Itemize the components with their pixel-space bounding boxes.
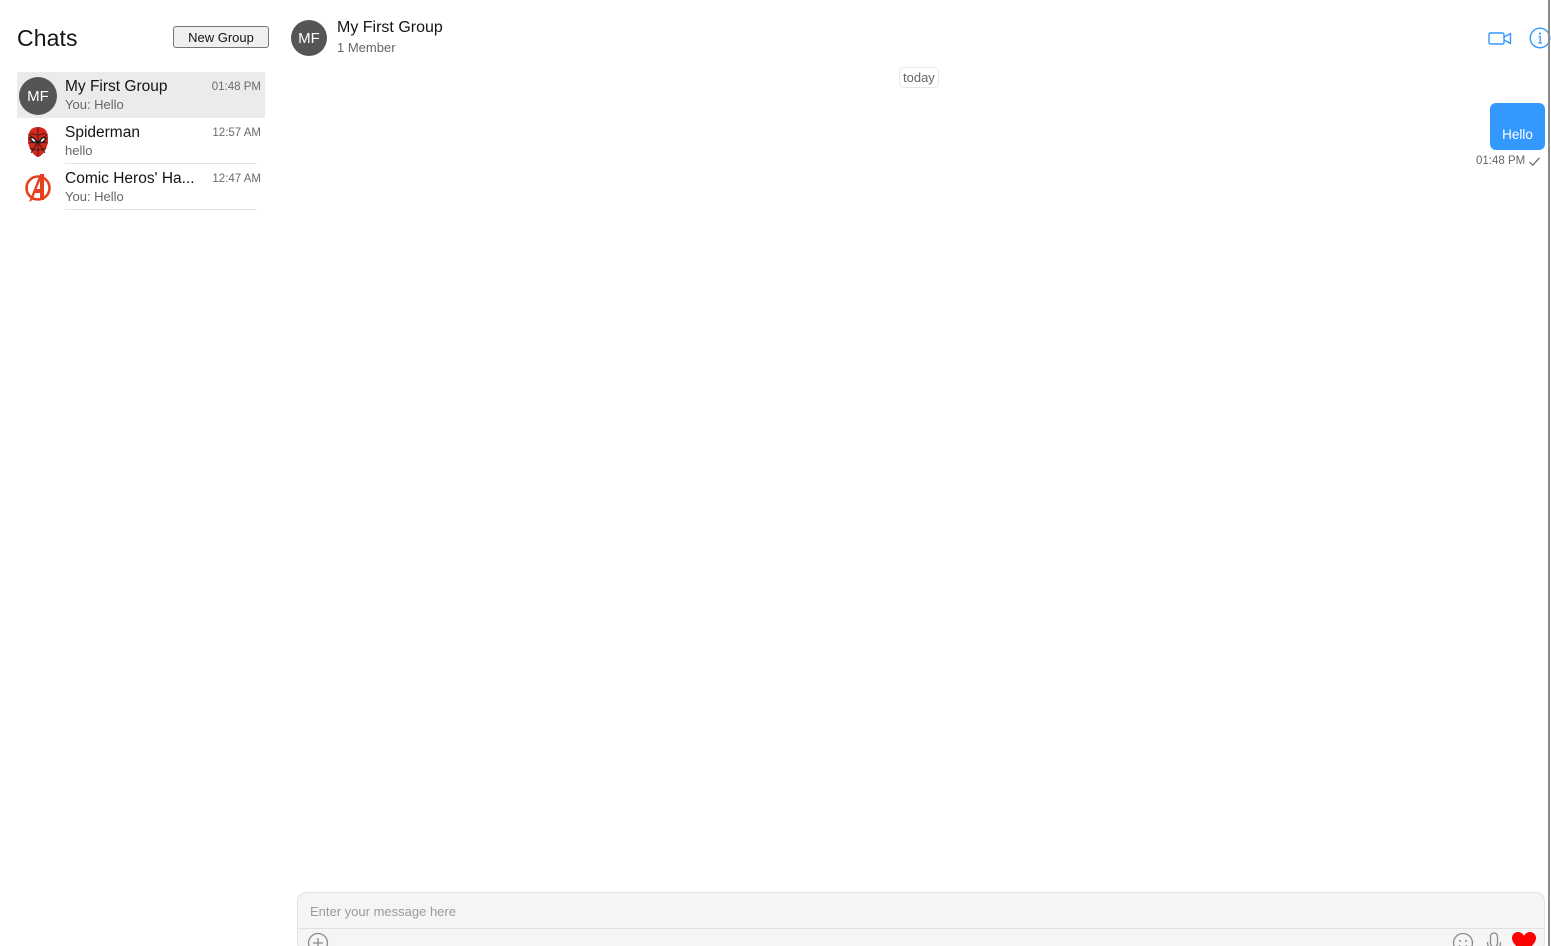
divider (298, 928, 1544, 929)
message-composer (297, 892, 1545, 946)
chat-item-spiderman[interactable]: Spiderman 12:57 AM hello (17, 118, 265, 164)
message-time: 01:48 PM (1476, 155, 1526, 167)
avengers-logo-icon (19, 169, 57, 207)
chat-preview: You: Hello (65, 97, 124, 112)
chat-time: 01:48 PM (211, 81, 261, 93)
date-separator: today (899, 67, 939, 88)
chat-time: 12:47 AM (212, 173, 261, 185)
chat-name: Spiderman (65, 124, 140, 141)
emoji-icon[interactable] (1452, 932, 1474, 946)
microphone-icon[interactable] (1485, 931, 1503, 946)
chat-list: MF My First Group 01:48 PM You: Hello Sp… (17, 72, 265, 210)
conversation-title: My First Group (337, 19, 443, 36)
check-icon (1529, 156, 1541, 166)
outgoing-message-bubble[interactable]: Hello (1490, 103, 1545, 150)
member-count: 1 Member (337, 40, 396, 55)
header-avatar: MF (291, 20, 327, 56)
conversation-pane: MF My First Group 1 Member today Hello 0… (280, 0, 1551, 946)
chat-item-my-first-group[interactable]: MF My First Group 01:48 PM You: Hello (17, 72, 265, 118)
divider (65, 209, 257, 210)
sidebar-title: Chats (17, 25, 78, 51)
chat-item-comic-heros[interactable]: Comic Heros' Ha... 12:47 AM You: Hello (17, 164, 265, 210)
chat-name: Comic Heros' Ha... (65, 170, 195, 187)
heart-icon[interactable] (1511, 931, 1537, 946)
message-input[interactable] (310, 901, 1410, 921)
spiderman-mask-icon (19, 123, 57, 161)
chat-time: 12:57 AM (212, 127, 261, 139)
chat-preview: You: Hello (65, 189, 124, 204)
sidebar: Chats New Group MF My First Group 01:48 … (0, 0, 280, 946)
chat-name: My First Group (65, 78, 168, 95)
scrollbar-edge (1548, 0, 1550, 946)
new-group-button[interactable]: New Group (173, 26, 269, 48)
chat-preview: hello (65, 143, 93, 158)
video-call-icon[interactable] (1488, 28, 1512, 48)
chat-app: Chats New Group MF My First Group 01:48 … (0, 0, 1551, 946)
message-text: Hello (1502, 127, 1533, 142)
avatar: MF (19, 77, 57, 115)
message-meta: 01:48 PM (1476, 155, 1541, 167)
add-attachment-icon[interactable] (307, 932, 329, 946)
